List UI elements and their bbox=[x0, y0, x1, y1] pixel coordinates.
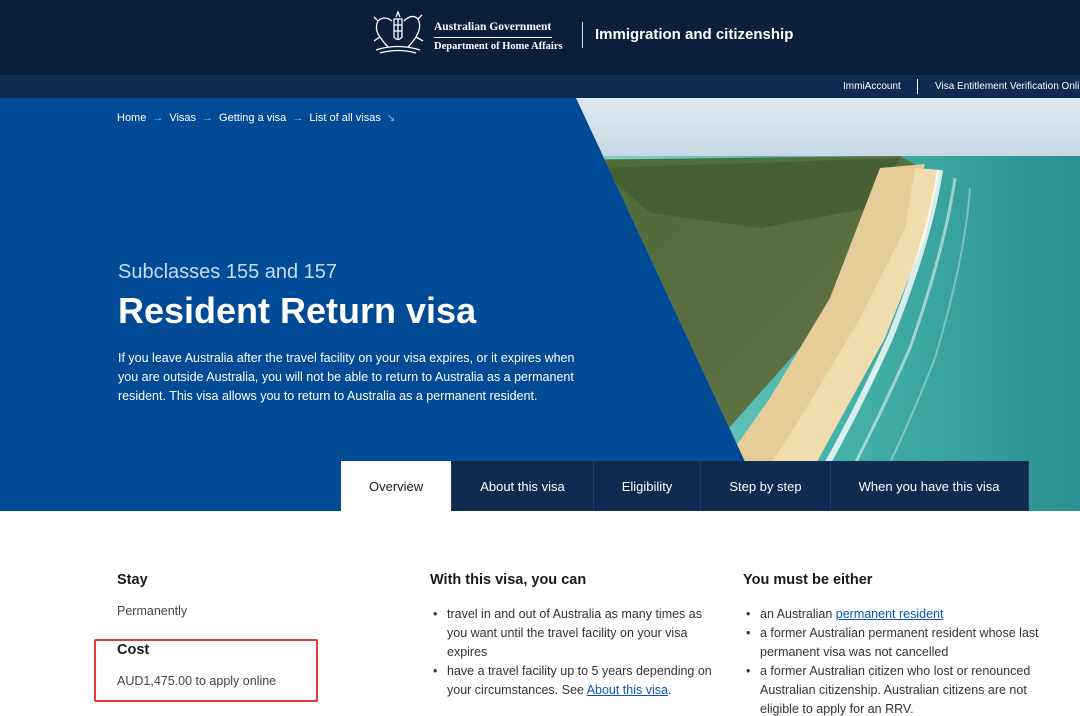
immiaccount-link[interactable]: ImmiAccount bbox=[843, 81, 901, 92]
tab-overview[interactable]: Overview bbox=[341, 461, 453, 511]
with-visa-list: travel in and out of Australia as many t… bbox=[430, 605, 725, 700]
list-item: a former Australian permanent resident w… bbox=[743, 624, 1043, 662]
about-this-visa-link[interactable]: About this visa bbox=[587, 683, 668, 697]
breadcrumb-visas[interactable]: Visas bbox=[169, 112, 196, 124]
coat-of-arms-icon[interactable] bbox=[366, 7, 430, 57]
vevo-link[interactable]: Visa Entitlement Verification Online bbox=[935, 81, 1080, 92]
utility-nav: ImmiAccount Visa Entitlement Verificatio… bbox=[0, 75, 1080, 98]
header-divider bbox=[582, 22, 583, 48]
list-item: have a travel facility up to 5 years dep… bbox=[430, 662, 725, 700]
arrow-right-icon: → bbox=[292, 112, 304, 124]
tab-eligibility[interactable]: Eligibility bbox=[593, 461, 702, 511]
utility-nav-divider bbox=[917, 79, 918, 94]
breadcrumb-list-of-all-visas[interactable]: List of all visas bbox=[309, 112, 381, 124]
list-item: travel in and out of Australia as many t… bbox=[430, 605, 725, 662]
government-wordmark: Australian Government Department of Home… bbox=[434, 21, 563, 52]
list-item-text: have a travel facility up to 5 years dep… bbox=[447, 664, 712, 697]
tab-when-you-have-this-visa[interactable]: When you have this visa bbox=[830, 461, 1029, 511]
visa-tabs: Overview About this visa Eligibility Ste… bbox=[341, 461, 1029, 511]
with-visa-column: With this visa, you can travel in and ou… bbox=[430, 572, 725, 700]
site-header: Australian Government Department of Home… bbox=[0, 0, 1080, 75]
list-item: a former Australian citizen who lost or … bbox=[743, 662, 1043, 716]
arrow-right-icon: → bbox=[152, 112, 164, 124]
permanent-resident-link[interactable]: permanent resident bbox=[836, 607, 944, 621]
must-be-column: You must be either an Australian permane… bbox=[743, 572, 1043, 716]
breadcrumb-getting-a-visa[interactable]: Getting a visa bbox=[219, 112, 286, 124]
visa-description: If you leave Australia after the travel … bbox=[118, 351, 575, 403]
breadcrumb-home[interactable]: Home bbox=[117, 112, 146, 124]
must-be-list: an Australian permanent resident a forme… bbox=[743, 605, 1043, 716]
tab-step-by-step[interactable]: Step by step bbox=[701, 461, 831, 511]
with-visa-heading: With this visa, you can bbox=[430, 572, 587, 588]
cost-highlight-box bbox=[94, 639, 318, 702]
arrow-right-icon: → bbox=[202, 112, 214, 124]
must-be-heading: You must be either bbox=[743, 572, 873, 588]
visa-subclass: Subclasses 155 and 157 bbox=[118, 261, 338, 283]
page-title: Resident Return visa bbox=[118, 290, 477, 331]
arrow-down-right-icon[interactable]: ↘ bbox=[387, 113, 395, 124]
gov-line-1: Australian Government bbox=[434, 21, 552, 38]
list-item-text: an Australian bbox=[760, 607, 836, 621]
breadcrumb: Home → Visas → Getting a visa → List of … bbox=[117, 112, 395, 124]
list-item: an Australian permanent resident bbox=[743, 605, 1043, 624]
tab-about-this-visa[interactable]: About this visa bbox=[452, 461, 594, 511]
stay-value: Permanently bbox=[117, 604, 188, 618]
list-item-text-end: . bbox=[667, 683, 672, 697]
hero-banner: Home → Visas → Getting a visa → List of … bbox=[0, 98, 1080, 511]
gov-line-2: Department of Home Affairs bbox=[434, 41, 563, 52]
stay-heading: Stay bbox=[117, 572, 148, 588]
site-title[interactable]: Immigration and citizenship bbox=[595, 26, 793, 43]
